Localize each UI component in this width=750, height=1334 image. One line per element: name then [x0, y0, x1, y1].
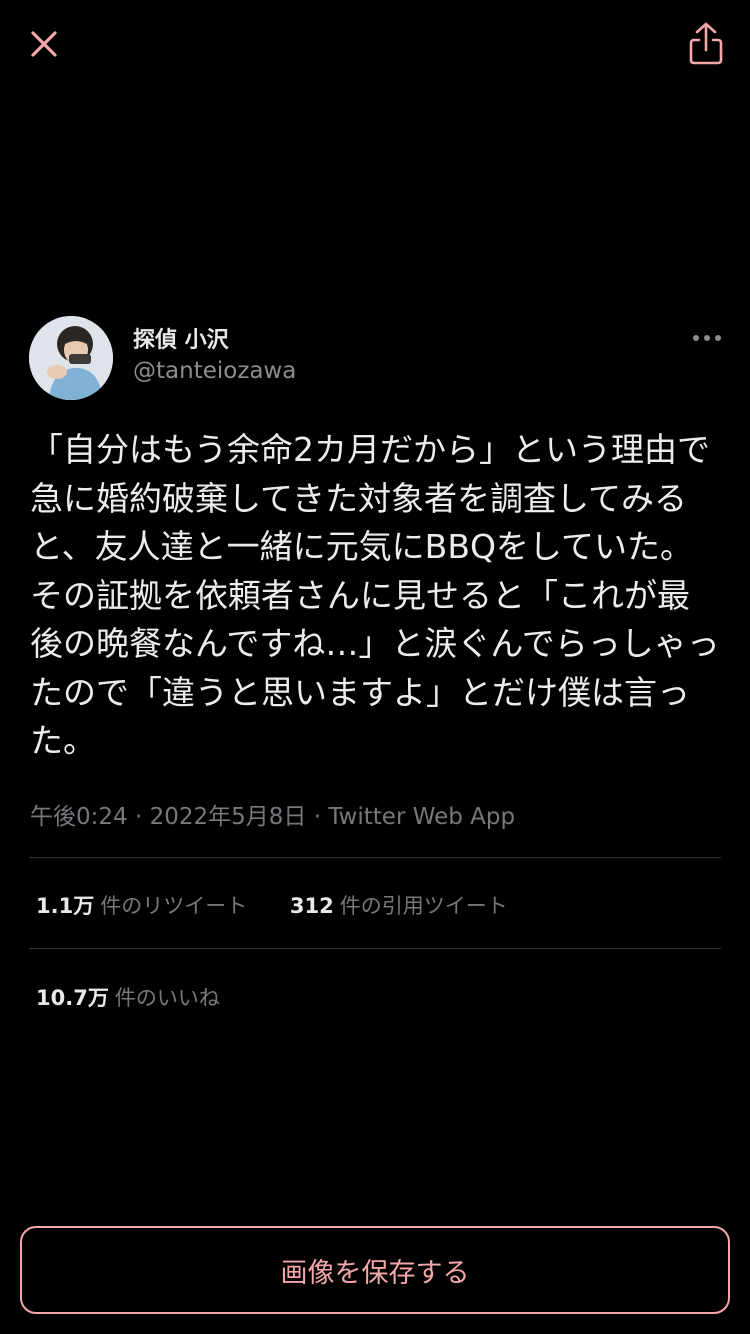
close-button[interactable] [24, 24, 64, 64]
share-icon [689, 22, 723, 65]
top-bar [0, 0, 750, 90]
more-horizontal-icon [693, 335, 721, 341]
quotes-stat[interactable]: 312 件の引用ツイート [290, 890, 508, 920]
retweets-label: 件のリツイート [100, 894, 248, 918]
likes-label: 件のいいね [114, 986, 220, 1010]
stats-row: 10.7万 件のいいね [36, 982, 256, 1012]
divider [29, 857, 721, 858]
save-image-button[interactable]: 画像を保存する [20, 1226, 730, 1314]
avatar-image [29, 316, 113, 400]
tweet-text: 「自分はもう余命2カ月だから」という理由で急に婚約破棄してきた対象者を調査してみ… [30, 430, 720, 760]
divider [29, 948, 721, 949]
stats-row: 1.1万 件のリツイート 312 件の引用ツイート [36, 890, 544, 920]
close-icon [31, 31, 57, 57]
display-name[interactable]: 探偵 小沢 [133, 322, 229, 354]
user-handle[interactable]: @tanteiozawa [133, 358, 296, 384]
avatar[interactable] [29, 316, 113, 400]
likes-count: 10.7万 [36, 986, 109, 1010]
likes-stat[interactable]: 10.7万 件のいいね [36, 982, 220, 1012]
quotes-count: 312 [289, 894, 334, 918]
quotes-label: 件の引用ツイート [339, 894, 508, 918]
tweet-meta: 午後0:24 · 2022年5月8日 · Twitter Web App [30, 804, 516, 830]
share-button[interactable] [684, 20, 728, 68]
more-options-button[interactable] [690, 326, 724, 350]
retweets-count: 1.1万 [36, 894, 95, 918]
retweets-stat[interactable]: 1.1万 件のリツイート [36, 890, 247, 920]
